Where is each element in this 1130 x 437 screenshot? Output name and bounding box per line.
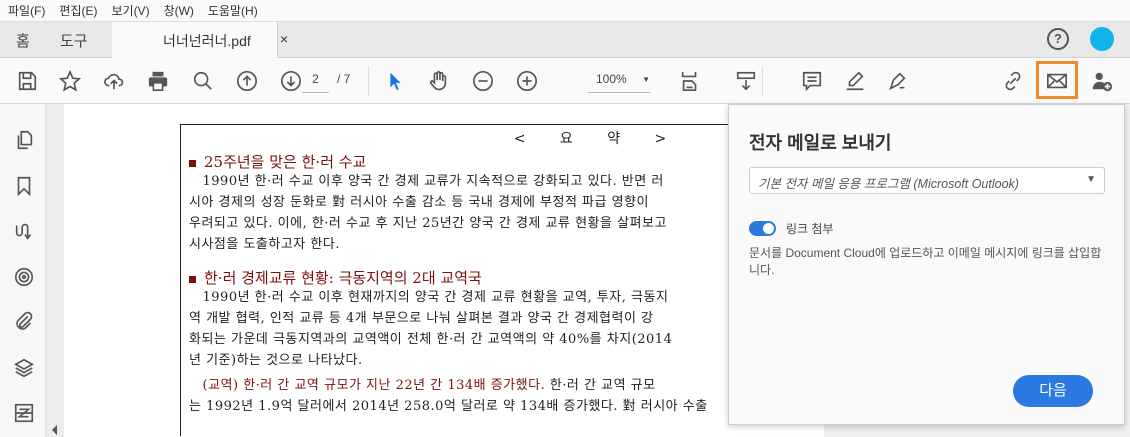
document-viewer[interactable]: < 요 약 > 25주년을 맞은 한·러 수교 1990년 한·러 수교 이후 … (64, 104, 824, 437)
collapse-arrow-icon[interactable] (52, 425, 57, 435)
bookmark-icon[interactable] (12, 174, 36, 198)
previous-page-icon[interactable] (235, 69, 259, 93)
menu-help[interactable]: 도움말(H) (208, 2, 258, 19)
attach-link-description: 문서를 Document Cloud에 업로드하고 이메일 메시지에 링크를 삽… (749, 246, 1102, 277)
menu-edit[interactable]: 편집(E) (59, 2, 97, 19)
target-icon[interactable] (12, 265, 36, 289)
divider (762, 66, 763, 96)
hand-tool-icon[interactable] (427, 69, 451, 93)
email-button[interactable] (1036, 61, 1078, 99)
fit-page-icon[interactable] (678, 69, 702, 93)
tab-home[interactable]: 홈 (16, 30, 30, 51)
zoom-out-icon[interactable] (471, 69, 495, 93)
menu-bar: 파일(F) 편집(E) 보기(V) 창(W) 도움말(H) (0, 0, 1130, 22)
menu-file[interactable]: 파일(F) (8, 2, 45, 19)
compare-icon[interactable] (12, 401, 36, 425)
envelope-icon (1045, 69, 1069, 93)
page-thumbnails-icon[interactable] (12, 128, 36, 152)
attachment-icon[interactable] (12, 310, 36, 334)
zoom-in-icon[interactable] (515, 69, 539, 93)
print-icon[interactable] (146, 69, 170, 93)
avatar[interactable] (1090, 27, 1114, 51)
page-total: / 7 (337, 72, 351, 86)
upload-cloud-icon[interactable] (102, 69, 126, 93)
next-page-icon[interactable] (279, 69, 303, 93)
layers-icon[interactable] (12, 356, 36, 380)
zoom-level-select[interactable]: 100% ▼ (588, 72, 650, 93)
divider (368, 66, 369, 96)
save-icon[interactable] (15, 69, 39, 93)
star-icon[interactable] (58, 69, 82, 93)
toolbar: 2 / 7 100% ▼ (0, 58, 1130, 104)
panel-title: 전자 메일로 보내기 (749, 133, 892, 153)
sidebar-collapse-strip[interactable] (46, 104, 64, 437)
menu-view[interactable]: 보기(V) (111, 2, 149, 19)
select-cursor-icon[interactable] (383, 69, 407, 93)
page-flow-icon[interactable] (12, 219, 36, 243)
highlight-icon[interactable] (843, 69, 867, 93)
next-button[interactable]: 다음 (1013, 375, 1093, 407)
sign-icon[interactable] (886, 69, 910, 93)
comment-icon[interactable] (800, 69, 824, 93)
tab-document[interactable]: 너너넌러너.pdf × (112, 22, 288, 58)
attach-link-label: 링크 첨부 (786, 222, 834, 236)
zoom-search-icon[interactable] (191, 69, 215, 93)
chevron-down-icon: ▼ (1086, 174, 1096, 185)
help-icon[interactable]: ? (1047, 28, 1069, 50)
scroll-mode-icon[interactable] (734, 69, 758, 93)
tab-bar: 홈 도구 너너넌러너.pdf × ? (0, 22, 1130, 58)
share-link-icon[interactable] (1001, 69, 1025, 93)
menu-window[interactable]: 창(W) (164, 2, 194, 19)
close-tab-button[interactable]: × (280, 31, 288, 47)
attach-link-toggle[interactable] (749, 221, 776, 236)
email-send-panel: 전자 메일로 보내기 기본 전자 메일 응용 프로그램 (Microsoft O… (728, 104, 1125, 425)
add-user-icon[interactable] (1090, 69, 1114, 93)
document-tab-label: 너너넌러너.pdf (163, 33, 251, 49)
page-number-input[interactable]: 2 (302, 72, 329, 93)
tab-tools[interactable]: 도구 (60, 30, 88, 51)
email-app-select[interactable]: 기본 전자 메일 응용 프로그램 (Microsoft Outlook) ▼ (749, 167, 1105, 194)
chevron-down-icon: ▼ (642, 75, 650, 84)
left-sidebar (0, 104, 46, 437)
zoom-level-value: 100% (596, 72, 627, 86)
